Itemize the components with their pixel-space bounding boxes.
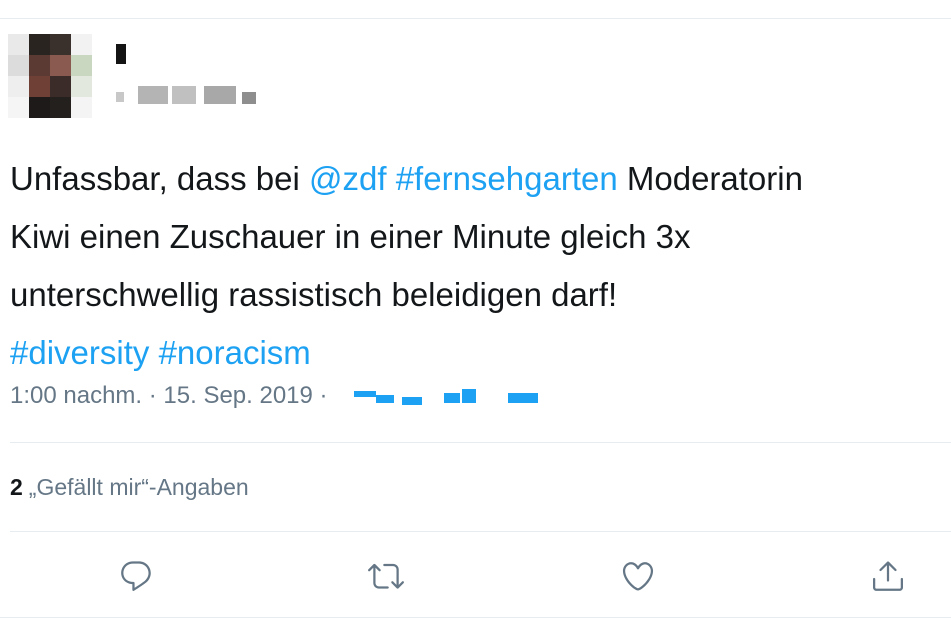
tweet-actions [0,556,951,596]
tweet-text-line: #diversity #noracism [10,324,951,382]
tweet-text-line: Kiwi einen Zuschauer in einer Minute gle… [10,208,951,266]
divider [10,531,951,532]
retweet-button[interactable] [366,556,406,596]
tweet-text: Unfassbar, dass bei @zdf #fernsehgarten … [10,150,951,382]
avatar[interactable] [8,34,92,118]
tweet-source-redacted[interactable] [334,385,549,409]
tweet-text-segment: Moderatorin [617,160,803,197]
username-redacted[interactable] [116,86,266,104]
hashtag-link[interactable]: #diversity [10,334,149,371]
reply-icon [121,561,151,591]
share-icon [873,561,903,591]
share-button[interactable] [868,556,908,596]
likes-summary[interactable]: 2 „Gefällt mir“-Angaben [10,474,249,501]
tweet-text-segment: Kiwi einen Zuschauer in einer Minute gle… [10,218,691,255]
display-name-redacted[interactable] [116,44,126,64]
likes-label: „Gefällt mir“-Angaben [28,474,249,500]
tweet-text-segment: Unfassbar, dass bei [10,160,309,197]
bottom-divider [0,617,951,618]
tweet-text-segment: unterschwellig rassistisch beleidigen da… [10,276,618,313]
retweet-icon [368,563,404,589]
mention-link[interactable]: @zdf [309,160,387,197]
like-icon [622,562,654,591]
likes-count: 2 [10,474,23,500]
tweet-text-line: unterschwellig rassistisch beleidigen da… [10,266,951,324]
divider [10,442,951,443]
tweet-text-segment [387,160,396,197]
top-divider [0,18,951,19]
tweet-meta: 1:00 nachm. · 15. Sep. 2019 · [10,382,549,410]
hashtag-link[interactable]: #noracism [159,334,311,371]
tweet-text-segment [149,334,158,371]
tweet-text-line: Unfassbar, dass bei @zdf #fernsehgarten … [10,150,951,208]
hashtag-link[interactable]: #fernsehgarten [396,160,618,197]
like-button[interactable] [618,556,658,596]
reply-button[interactable] [116,556,156,596]
tweet-timestamp[interactable]: 1:00 nachm. · 15. Sep. 2019 · [10,382,328,409]
